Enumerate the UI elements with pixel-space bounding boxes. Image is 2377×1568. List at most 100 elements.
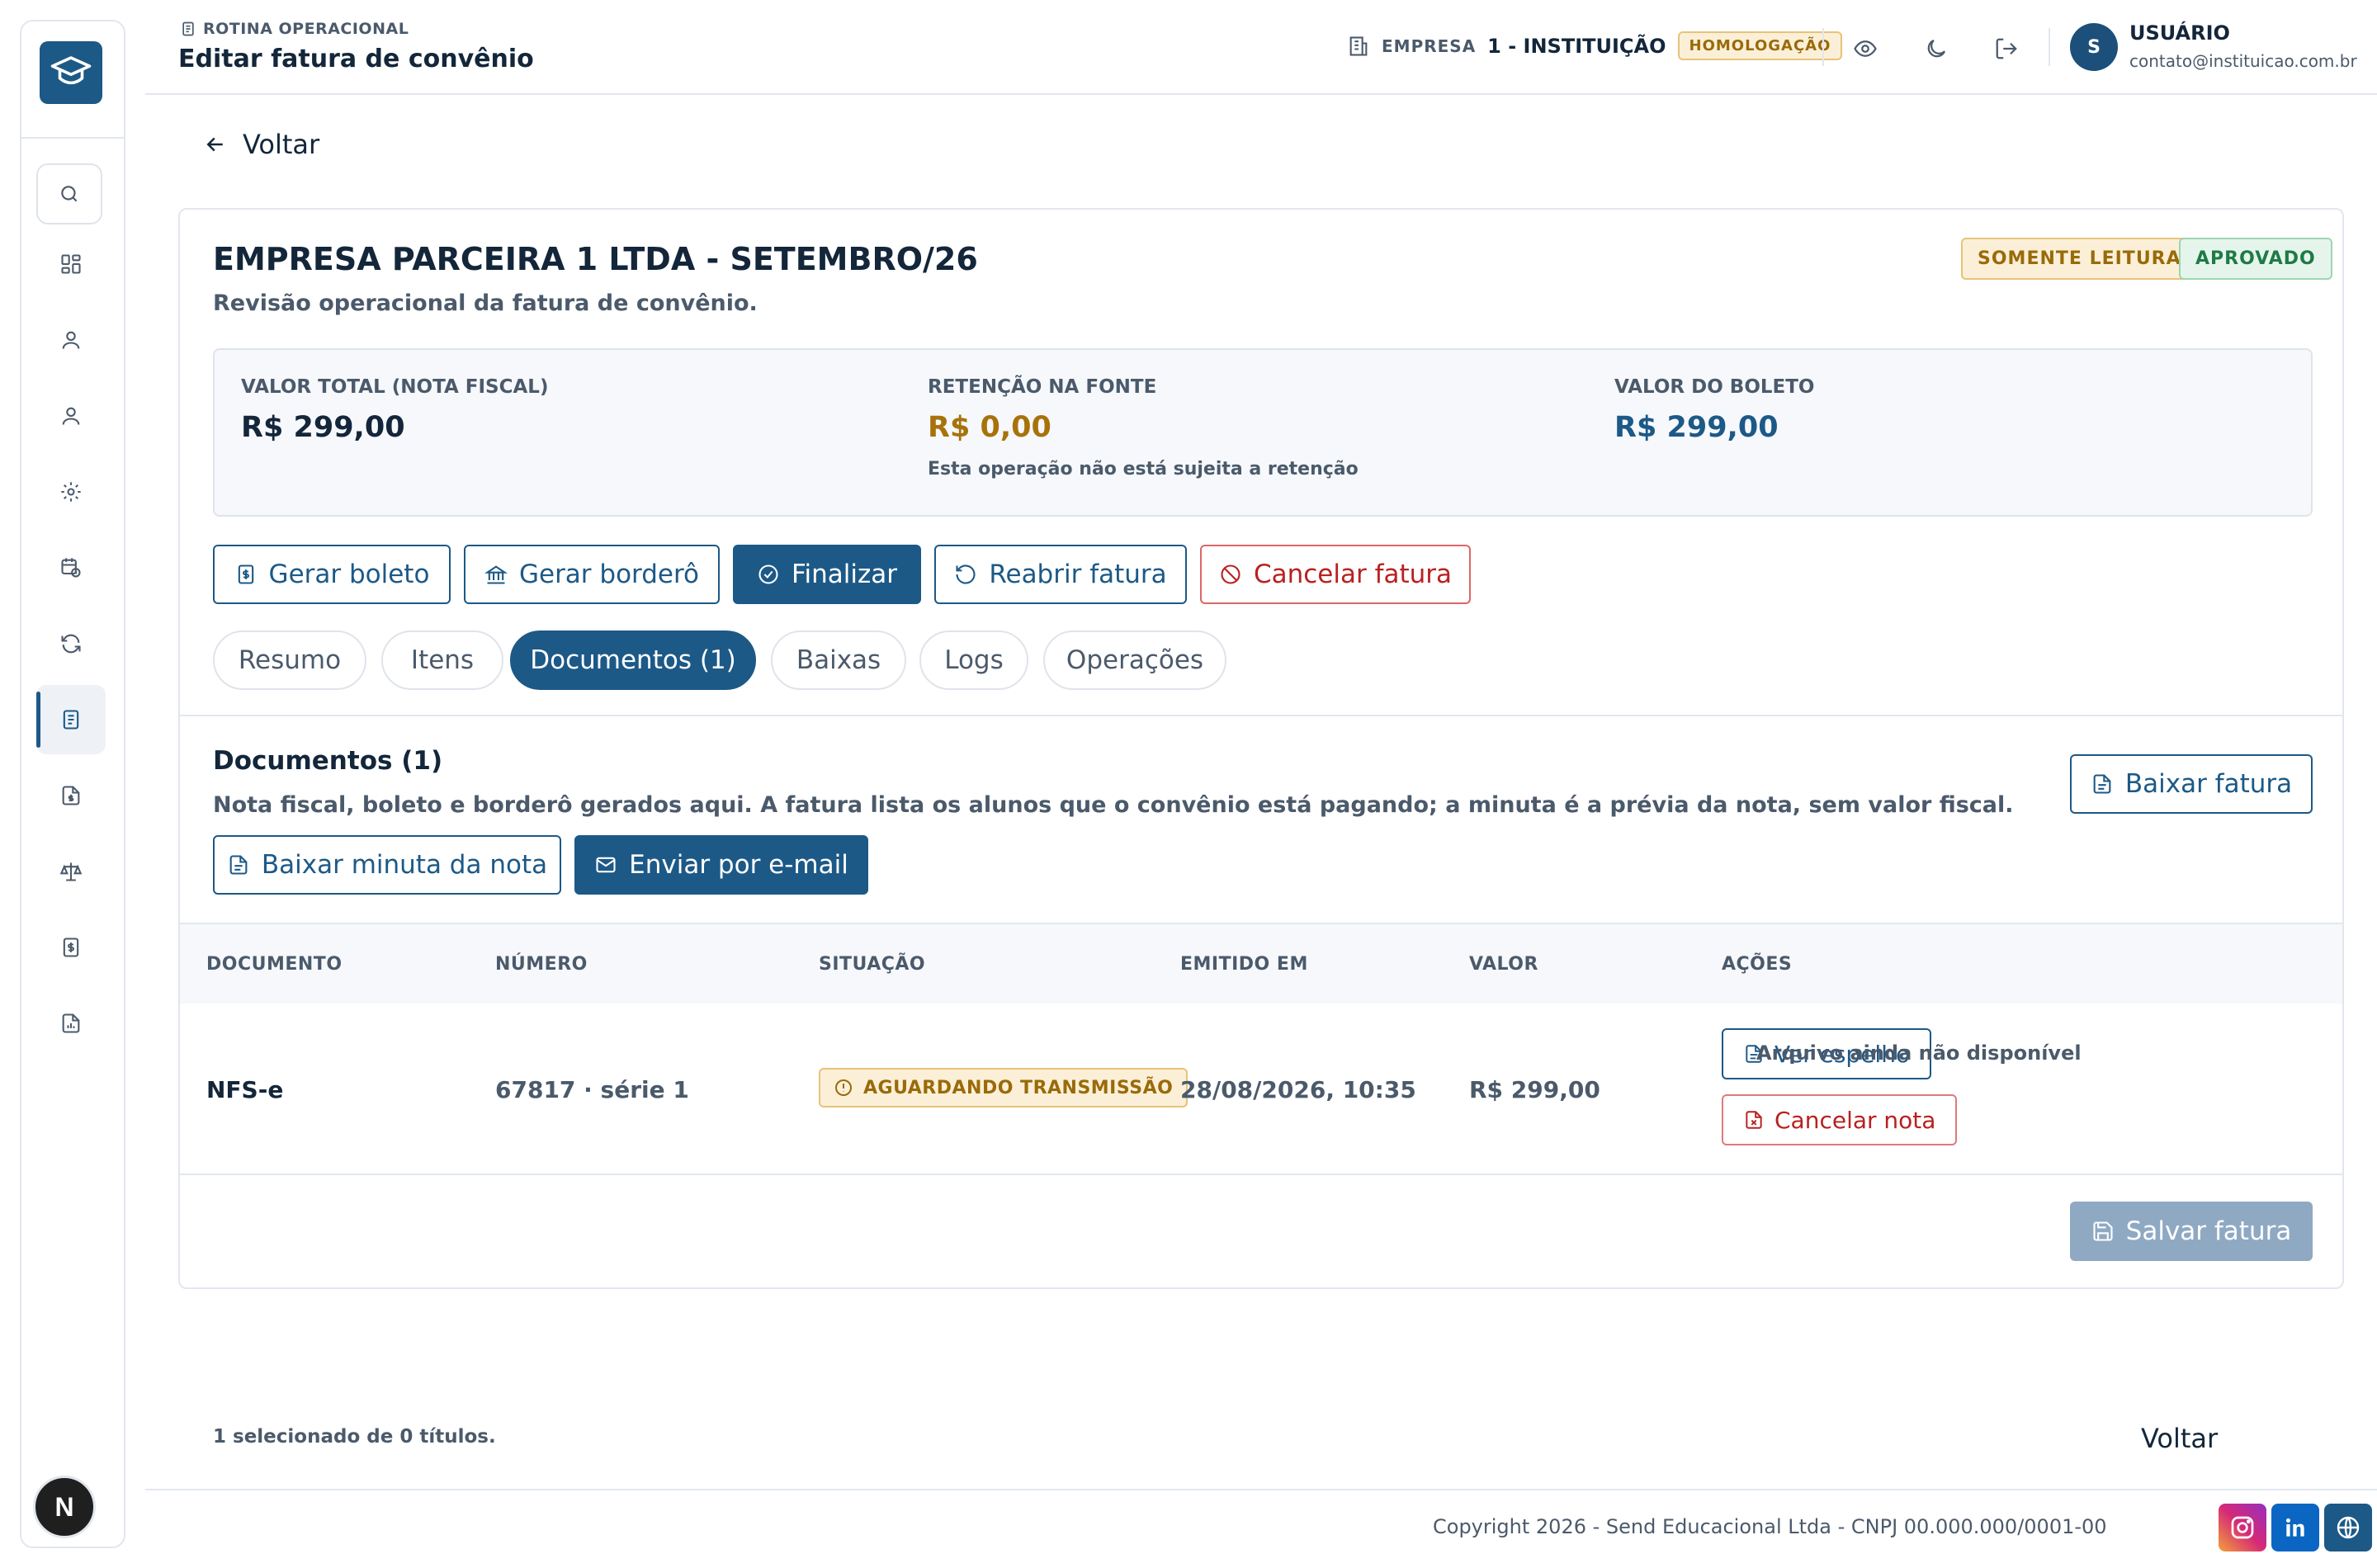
cancel-note-button[interactable]: Cancelar nota — [1722, 1094, 1958, 1145]
generate-boleto-button[interactable]: Gerar boleto — [213, 545, 451, 604]
sidebar-search-button[interactable] — [36, 163, 102, 224]
summary-retention-label: RETENÇÃO NA FONTE — [928, 376, 1157, 398]
company-label: EMPRESA — [1382, 35, 1477, 56]
eye-icon — [1854, 40, 1877, 57]
sidebar-item-sync[interactable] — [36, 609, 106, 678]
tab-resumo[interactable]: Resumo — [213, 631, 366, 690]
tab-documentos[interactable]: Documentos (1) — [510, 631, 756, 690]
save-invoice-label: Salvar fatura — [2125, 1216, 2292, 1246]
instagram-link[interactable] — [2219, 1504, 2266, 1551]
back-label: Voltar — [243, 129, 320, 160]
theme-toggle[interactable] — [1917, 30, 1955, 68]
invoice-subtitle: Revisão operacional da fatura de convêni… — [213, 290, 758, 316]
invoice-summary: VALOR TOTAL (NOTA FISCAL) R$ 299,00 RETE… — [213, 348, 2313, 517]
cancel-note-label: Cancelar nota — [1774, 1106, 1936, 1134]
refresh-icon — [61, 634, 81, 654]
user-name: USUÁRIO — [2129, 21, 2230, 45]
sidebar-item-dashboard[interactable] — [36, 229, 106, 299]
sidebar-item-invoices[interactable] — [36, 685, 106, 754]
company-selector[interactable]: EMPRESA 1 - INSTITUIÇÃO HOMOLOGAÇÃO — [1347, 31, 1843, 60]
tab-logs[interactable]: Logs — [919, 631, 1028, 690]
sidebar-item-users[interactable] — [36, 381, 106, 451]
header-divider — [1822, 28, 1824, 66]
summary-boleto: VALOR DO BOLETO R$ 299,00 — [1614, 376, 1815, 444]
mail-icon — [596, 857, 616, 873]
cell-numero: 67817 · série 1 — [495, 1076, 689, 1103]
sidebar-item-reports[interactable] — [36, 989, 106, 1058]
rotate-ccw-icon — [956, 564, 976, 584]
user-email: contato@instituicao.com.br — [2129, 51, 2357, 71]
sidebar-item-schedule[interactable] — [36, 533, 106, 602]
save-icon — [2093, 1221, 2113, 1241]
download-draft-label: Baixar minuta da nota — [261, 850, 548, 880]
dollar-doc-icon — [63, 937, 79, 957]
tab-operacoes[interactable]: Operações — [1043, 631, 1226, 690]
gear-icon — [61, 482, 81, 502]
scale-icon — [59, 862, 83, 881]
finalize-button[interactable]: Finalizar — [733, 545, 921, 604]
cell-emitido-em: 28/08/2026, 10:35 — [1180, 1076, 1416, 1103]
send-email-button[interactable]: Enviar por e-mail — [574, 835, 868, 895]
documents-title: Documentos (1) — [213, 746, 443, 776]
tab-itens[interactable]: Itens — [381, 631, 503, 690]
copyright: Copyright 2026 - Send Educacional Ltda -… — [1433, 1515, 2107, 1538]
summary-total-value: R$ 299,00 — [241, 411, 405, 444]
invoice-title: EMPRESA PARCEIRA 1 LTDA - SETEMBRO/26 — [213, 241, 978, 277]
document-icon — [182, 21, 194, 36]
summary-retention: RETENÇÃO NA FONTE R$ 0,00 Esta operação … — [928, 376, 1359, 479]
logout-button[interactable] — [1987, 30, 2025, 68]
reopen-invoice-button[interactable]: Reabrir fatura — [934, 545, 1187, 604]
avatar-letter: N — [54, 1491, 74, 1522]
cancel-invoice-label: Cancelar fatura — [1253, 560, 1453, 589]
column-header: AÇÕES — [1722, 954, 1793, 975]
finalize-label: Finalizar — [791, 560, 898, 589]
top-header: ROTINA OPERACIONAL Editar fatura de conv… — [145, 0, 2377, 95]
breadcrumb: ROTINA OPERACIONAL — [180, 20, 409, 38]
user-icon — [62, 407, 80, 425]
generate-boleto-label: Gerar boleto — [268, 560, 430, 589]
generate-bordero-button[interactable]: Gerar borderô — [464, 545, 720, 604]
dashboard-icon — [61, 254, 81, 274]
table-bottom-divider — [180, 1174, 2342, 1175]
app-logo[interactable] — [40, 41, 102, 104]
sidebar-item-students[interactable] — [36, 305, 106, 375]
download-invoice-label: Baixar fatura — [2124, 769, 2293, 799]
column-header: EMITIDO EM — [1180, 954, 1308, 975]
file-dollar-icon — [62, 786, 80, 805]
documents-description: Nota fiscal, boleto e borderô gerados aq… — [213, 792, 2014, 818]
summary-retention-value: R$ 0,00 — [928, 411, 1051, 444]
user-icon — [62, 331, 80, 349]
readonly-badge: SOMENTE LEITURA — [1961, 238, 2198, 280]
documents-table-header: DOCUMENTO NÚMERO SITUAÇÃO EMITIDO EM VAL… — [180, 923, 2342, 1004]
column-header: DOCUMENTO — [206, 954, 343, 975]
cell-valor: R$ 299,00 — [1469, 1076, 1600, 1103]
framework-avatar[interactable]: N — [33, 1476, 96, 1538]
footer-back-button[interactable]: Voltar — [2141, 1423, 2218, 1454]
sidebar-item-settings[interactable] — [36, 457, 106, 527]
file-status-note: Arquivo ainda não disponível — [1756, 1041, 2082, 1065]
download-invoice-button[interactable]: Baixar fatura — [2070, 754, 2313, 814]
visibility-toggle[interactable] — [1846, 30, 1884, 68]
cancel-invoice-button[interactable]: Cancelar fatura — [1200, 545, 1471, 604]
arrow-left-icon — [206, 137, 223, 152]
building-icon — [1349, 35, 1368, 56]
bank-icon — [484, 565, 508, 584]
tab-baixas[interactable]: Baixas — [771, 631, 906, 690]
environment-badge: HOMOLOGAÇÃO — [1677, 31, 1843, 60]
file-x-icon — [1746, 1111, 1762, 1129]
website-link[interactable] — [2324, 1504, 2372, 1551]
reopen-invoice-label: Reabrir fatura — [989, 560, 1167, 589]
sidebar-item-legal[interactable] — [36, 837, 106, 906]
column-header: SITUAÇÃO — [819, 954, 926, 975]
sidebar-item-financial[interactable] — [36, 913, 106, 982]
header-divider — [2049, 28, 2050, 66]
sidebar-item-billing[interactable] — [36, 761, 106, 830]
summary-total: VALOR TOTAL (NOTA FISCAL) R$ 299,00 — [241, 376, 548, 444]
save-invoice-button[interactable]: Salvar fatura — [2070, 1202, 2313, 1261]
linkedin-link[interactable] — [2271, 1504, 2319, 1551]
user-avatar[interactable]: S — [2070, 23, 2118, 71]
company-name: 1 - INSTITUIÇÃO — [1487, 34, 1666, 58]
download-draft-button[interactable]: Baixar minuta da nota — [213, 835, 561, 895]
generate-bordero-label: Gerar borderô — [518, 560, 700, 589]
back-link[interactable]: Voltar — [203, 129, 319, 160]
